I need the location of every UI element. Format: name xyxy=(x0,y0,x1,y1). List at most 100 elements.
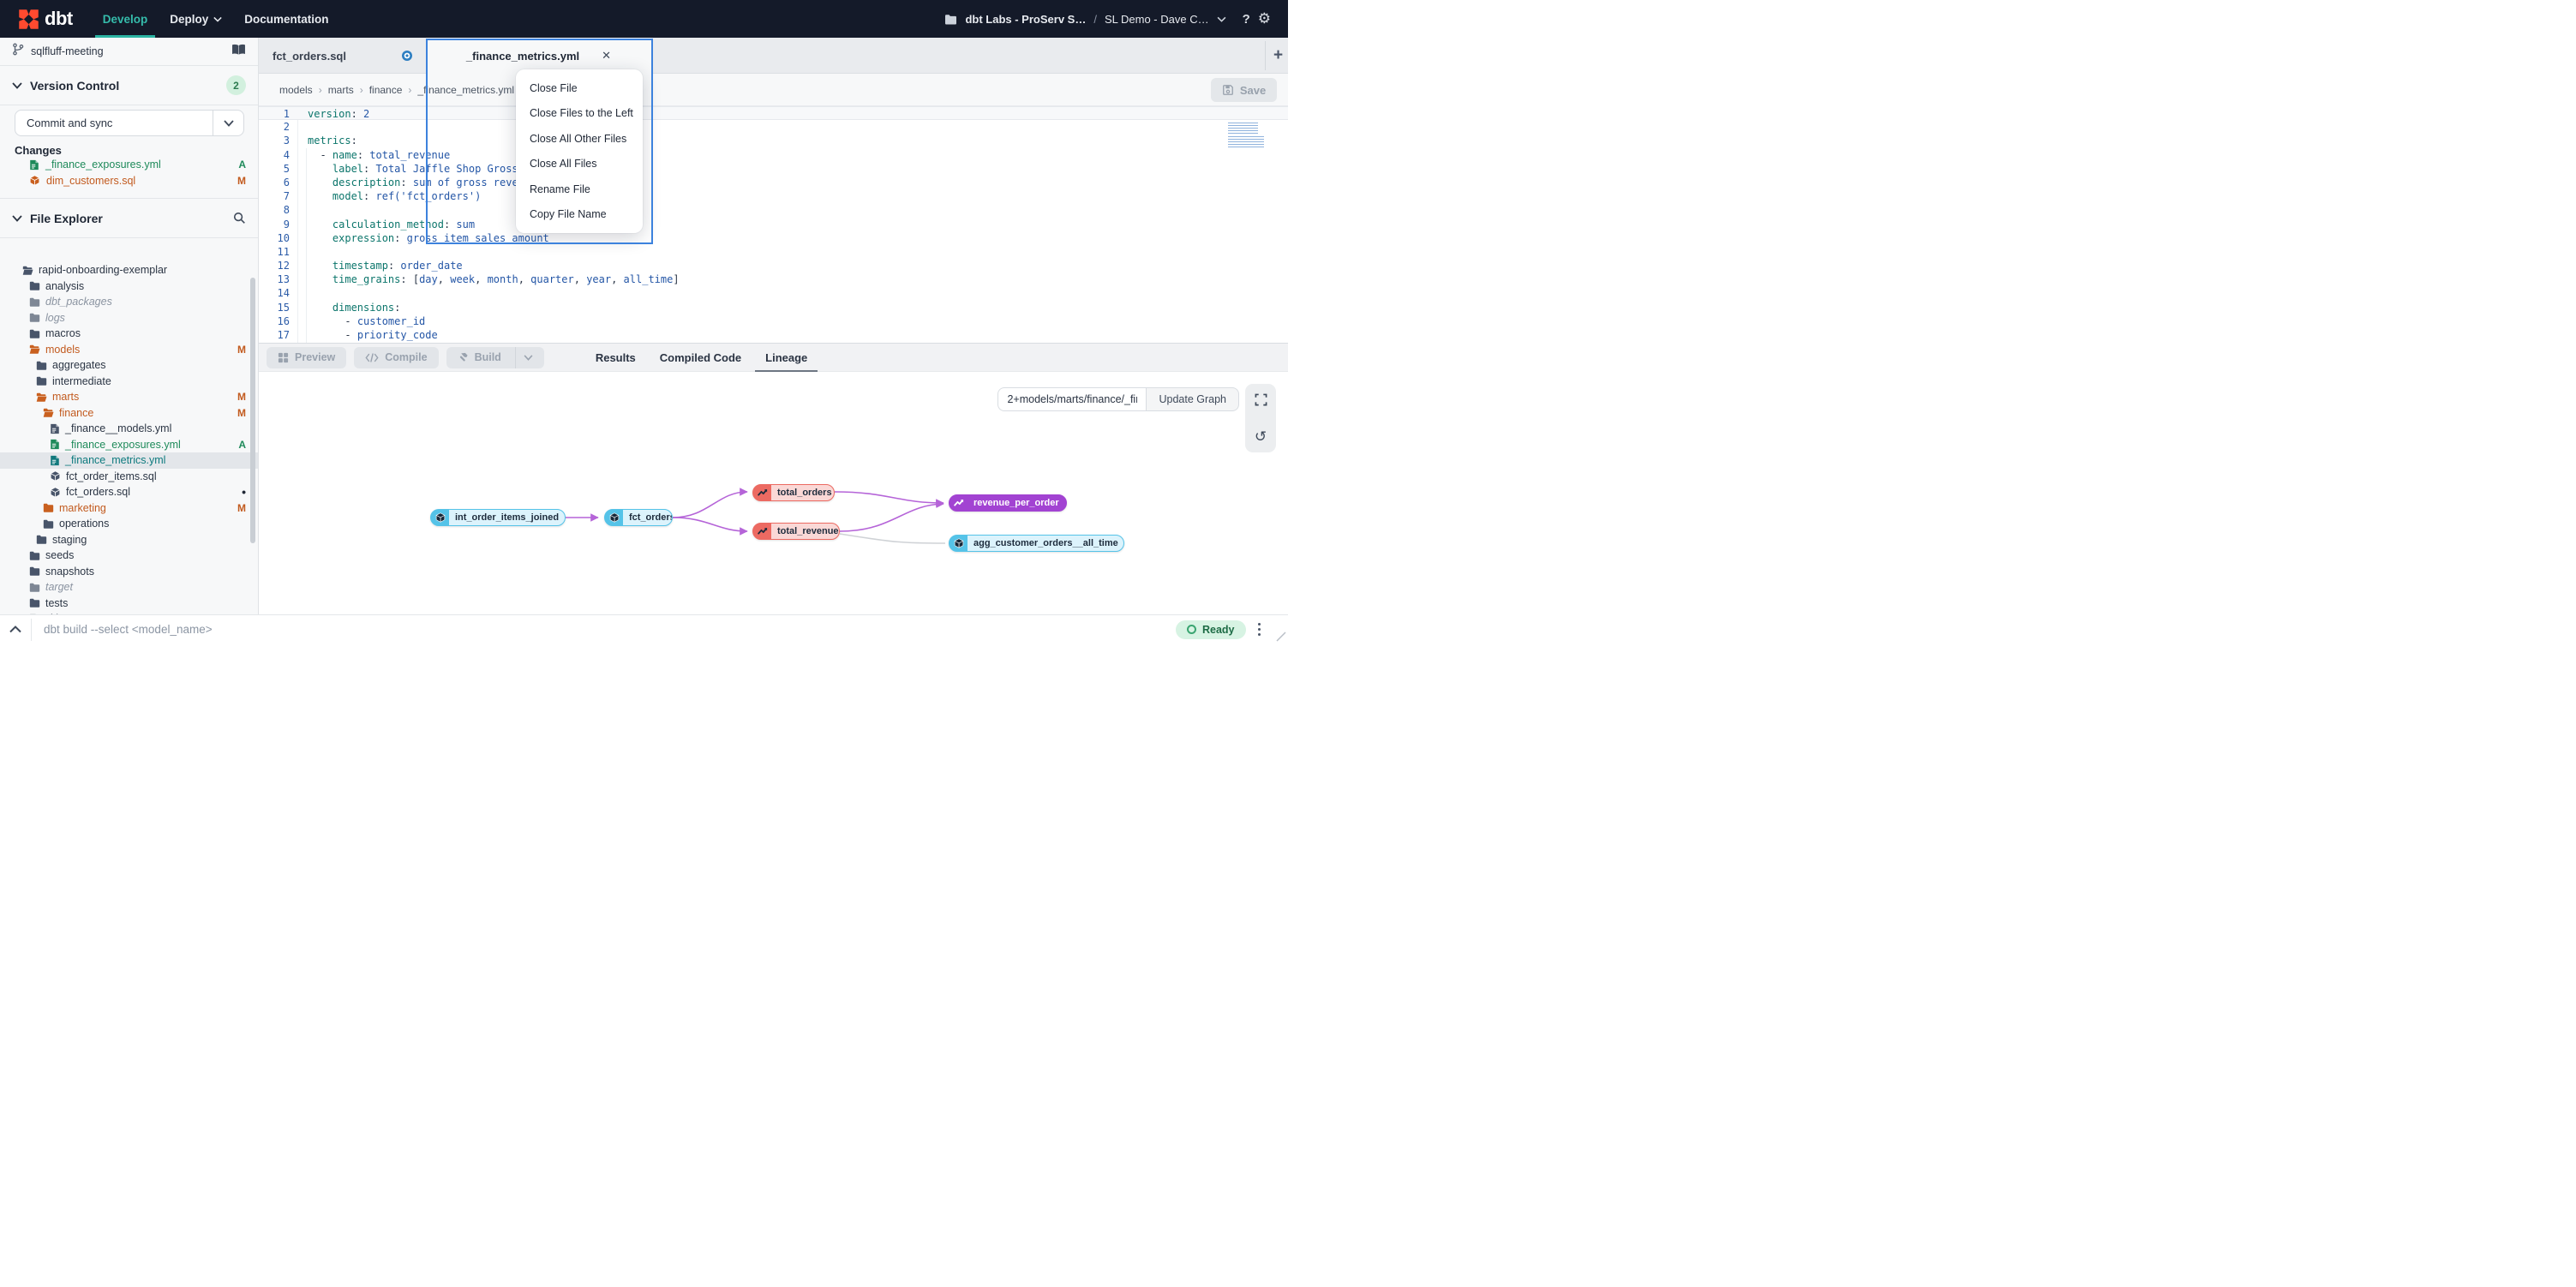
tree-item-marketing[interactable]: marketingM xyxy=(0,500,258,517)
tree-item-rapid-onboarding-exemplar[interactable]: rapid-onboarding-exemplar xyxy=(0,262,258,278)
dbt-command-input[interactable]: dbt build --select <model_name> xyxy=(32,623,1176,636)
tree-item-label: _finance_exposures.yml xyxy=(65,439,181,451)
top-navbar: dbt DevelopDeployDocumentation dbt Labs … xyxy=(0,0,1288,38)
lineage-node-revenue_per_order[interactable]: revenue_per_order xyxy=(949,494,1067,512)
editor-tab-_finance_metrics.yml[interactable]: _finance_metrics.yml✕ xyxy=(426,38,651,74)
expand-panel-chevron[interactable] xyxy=(0,626,31,633)
lineage-canvas[interactable]: Update Graph ↺ int_order_items_joinedfct… xyxy=(259,372,1288,614)
folder-open-icon xyxy=(22,265,33,276)
tree-item-aggregates[interactable]: aggregates xyxy=(0,357,258,374)
line-number: 14 xyxy=(259,286,290,300)
docs-book-icon[interactable] xyxy=(231,44,246,60)
breadcrumb-chevron-icon: › xyxy=(319,84,322,96)
version-control-header[interactable]: Version Control 2 xyxy=(0,66,258,105)
tree-item-seeds[interactable]: seeds xyxy=(0,548,258,564)
gear-icon[interactable]: ⚙ xyxy=(1258,10,1271,27)
tree-item-operations[interactable]: operations xyxy=(0,516,258,532)
tree-item-models[interactable]: modelsM xyxy=(0,342,258,358)
code-line-8: 8 xyxy=(259,203,1288,217)
tree-item-intermediate[interactable]: intermediate xyxy=(0,374,258,390)
account-name[interactable]: dbt Labs - ProServ S… xyxy=(965,13,1086,26)
lineage-node-fct_orders[interactable]: fct_orders xyxy=(604,509,673,526)
panel-tab-results[interactable]: Results xyxy=(584,343,648,372)
breadcrumb-item[interactable]: finance xyxy=(369,84,403,96)
changed-file-row[interactable]: dim_customers.sqlM xyxy=(0,173,258,189)
tree-item-tests[interactable]: tests xyxy=(0,596,258,612)
tree-item-snapshots[interactable]: snapshots xyxy=(0,564,258,580)
tree-item-marts[interactable]: martsM xyxy=(0,389,258,405)
search-icon[interactable] xyxy=(233,212,246,224)
git-status-badge: M xyxy=(237,391,246,403)
nav-documentation[interactable]: Documentation xyxy=(233,0,339,38)
menu-item-rename-file[interactable]: Rename File xyxy=(516,177,643,202)
changed-file-row[interactable]: _finance_exposures.ymlA xyxy=(0,157,258,173)
commit-options-chevron[interactable] xyxy=(213,111,243,135)
menu-item-close-file[interactable]: Close File xyxy=(516,75,643,101)
tree-item-analysis[interactable]: analysis xyxy=(0,278,258,295)
breadcrumb-item[interactable]: models xyxy=(279,84,313,96)
line-number: 10 xyxy=(259,231,290,245)
project-name[interactable]: SL Demo - Dave C… xyxy=(1105,13,1209,26)
resize-handle[interactable] xyxy=(1276,632,1286,642)
project-chevron-down-icon[interactable] xyxy=(1217,16,1226,22)
tree-item-label: models xyxy=(45,344,80,356)
tree-item-finance[interactable]: financeM xyxy=(0,405,258,422)
tree-item-target[interactable]: target xyxy=(0,579,258,596)
tree-item-fct_order_items.sql[interactable]: fct_order_items.sql xyxy=(0,469,258,485)
nav-deploy[interactable]: Deploy xyxy=(159,0,233,38)
chevron-down-icon xyxy=(12,215,22,222)
nav-right-cluster: dbt Labs - ProServ S… / SL Demo - Dave C… xyxy=(944,10,1271,27)
folder-icon xyxy=(29,328,40,339)
git-branch-row[interactable]: sqlfluff-meeting xyxy=(0,38,258,65)
panel-tab-lineage[interactable]: Lineage xyxy=(753,343,819,372)
sidebar-scrollbar[interactable] xyxy=(250,278,255,543)
menu-item-close-all-files[interactable]: Close All Files xyxy=(516,152,643,177)
save-button[interactable]: Save xyxy=(1211,78,1277,102)
folder-open-icon xyxy=(36,392,47,403)
commit-and-sync-button[interactable]: Commit and sync xyxy=(15,110,244,136)
dbt-logo[interactable]: dbt xyxy=(17,8,73,31)
build-button[interactable]: Build xyxy=(446,347,544,368)
lineage-node-total_revenue[interactable]: total_revenue xyxy=(752,523,840,540)
menu-item-close-files-to-the-left[interactable]: Close Files to the Left xyxy=(516,101,643,127)
close-tab-icon[interactable]: ✕ xyxy=(602,49,611,63)
model-cube-icon xyxy=(50,470,61,482)
lineage-node-agg_customer_orders__all_time[interactable]: agg_customer_orders__all_time xyxy=(949,535,1124,552)
nav-develop[interactable]: Develop xyxy=(92,0,159,38)
tree-item-staging[interactable]: staging xyxy=(0,532,258,548)
line-number: 9 xyxy=(259,218,290,231)
new-tab-button[interactable]: + xyxy=(1268,38,1288,74)
menu-item-copy-file-name[interactable]: Copy File Name xyxy=(516,202,643,228)
code-editor[interactable]: 1version: 223metrics:4 - name: total_rev… xyxy=(259,106,1288,343)
tree-item-_finance__models.yml[interactable]: _finance__models.yml xyxy=(0,421,258,437)
breadcrumb-item[interactable]: marts xyxy=(328,84,354,96)
tree-item-macros[interactable]: macros xyxy=(0,326,258,342)
tree-item-dbt_packages[interactable]: dbt_packages xyxy=(0,294,258,310)
lineage-node-total_orders[interactable]: total_orders xyxy=(752,484,835,501)
editor-tab-fct_orders.sql[interactable]: fct_orders.sql xyxy=(259,38,426,74)
file-icon xyxy=(50,455,60,466)
menu-item-close-all-other-files[interactable]: Close All Other Files xyxy=(516,126,643,152)
folder-icon xyxy=(29,550,40,561)
breadcrumb-item[interactable]: _finance_metrics.yml xyxy=(417,84,514,96)
tree-item-fct_orders.sql[interactable]: fct_orders.sql• xyxy=(0,484,258,500)
help-icon[interactable]: ? xyxy=(1243,12,1250,27)
line-number: 2 xyxy=(259,120,290,134)
tree-item-_finance_metrics.yml[interactable]: _finance_metrics.yml xyxy=(0,452,258,469)
editor-tabstrip: fct_orders.sql_finance_metrics.yml✕ xyxy=(259,38,1288,74)
git-status-badge: A xyxy=(238,159,246,171)
preview-button[interactable]: Preview xyxy=(267,347,346,368)
tree-item-logs[interactable]: logs xyxy=(0,310,258,326)
panel-tab-compiled-code[interactable]: Compiled Code xyxy=(648,343,753,372)
kebab-menu-icon[interactable] xyxy=(1258,623,1261,637)
metric-trend-icon xyxy=(758,488,768,498)
file-explorer-header[interactable]: File Explorer xyxy=(0,199,258,237)
tree-item-_finance_exposures.yml[interactable]: _finance_exposures.ymlA xyxy=(0,437,258,453)
breadcrumb-separator: / xyxy=(1093,13,1097,26)
compile-button[interactable]: Compile xyxy=(354,347,438,368)
metric-trend-icon xyxy=(954,498,964,508)
node-label: total_orders xyxy=(771,485,835,500)
build-options-chevron[interactable] xyxy=(515,347,533,368)
line-number: 17 xyxy=(259,328,290,342)
lineage-node-int_order_items_joined[interactable]: int_order_items_joined xyxy=(430,509,566,526)
